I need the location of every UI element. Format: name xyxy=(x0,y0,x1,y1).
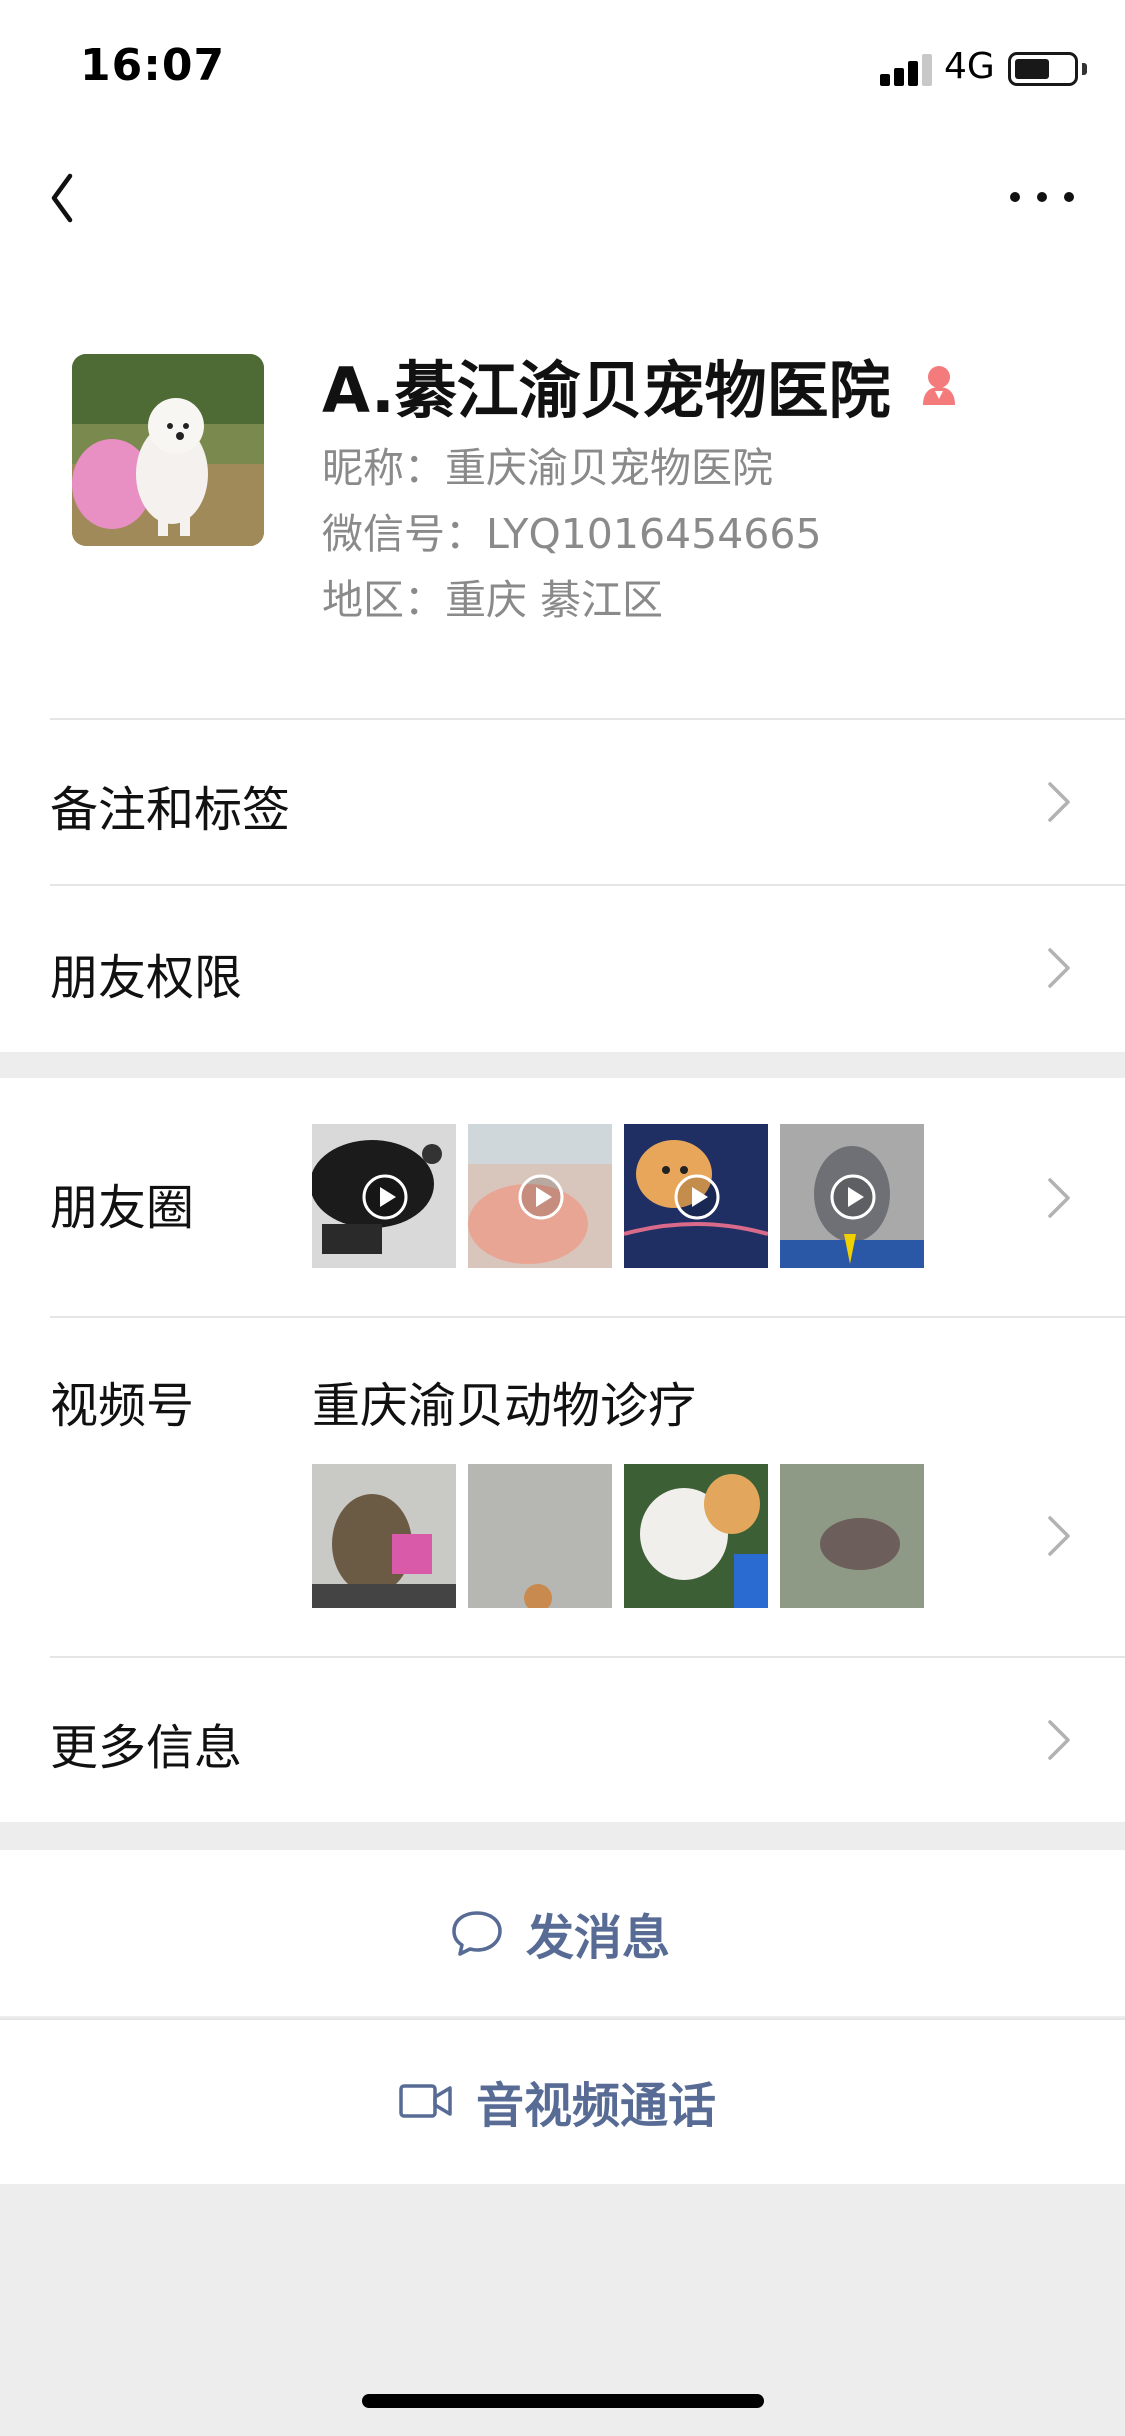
avatar[interactable] xyxy=(72,354,264,546)
video-call-label: 音视频通话 xyxy=(476,2078,717,2134)
moments-video-thumbnail xyxy=(468,1124,612,1268)
video-camera-icon xyxy=(399,2084,452,2118)
send-message-button[interactable]: 发消息 xyxy=(0,1850,1125,2016)
channel-video-thumbnail xyxy=(624,1464,768,1608)
moments-video-thumbnail xyxy=(624,1124,768,1268)
chevron-right-icon xyxy=(1048,948,1070,988)
chevron-left-icon[interactable] xyxy=(44,168,104,228)
moments-cell[interactable]: 朋友圈 xyxy=(0,1078,1125,1316)
moments-video-thumbnail xyxy=(780,1124,924,1268)
profile-header: A.綦江渝贝宠物医院 昵称：重庆渝贝宠物医院 微信号：LYQ1016454665… xyxy=(0,264,1125,718)
region-text: 地区：重庆 綦江区 xyxy=(322,576,664,624)
status-bar: 16:07 4G xyxy=(0,0,1125,132)
play-icon xyxy=(674,1174,720,1220)
contact-profile-screen: 16:07 4G A.綦江渝贝宠物医院 昵称：重庆渝贝宠物医院 微信号：LYQ1… xyxy=(0,0,1125,2436)
send-message-label: 发消息 xyxy=(526,1910,671,1966)
nickname-text: 昵称：重庆渝贝宠物医院 xyxy=(322,444,773,492)
ellipsis-icon[interactable] xyxy=(1010,182,1074,212)
moments-label: 朋友圈 xyxy=(50,1180,195,1236)
chevron-right-icon xyxy=(1048,1178,1070,1218)
more-info-cell[interactable]: 更多信息 xyxy=(0,1656,1125,1822)
status-time: 16:07 xyxy=(80,40,226,91)
home-indicator xyxy=(362,2394,764,2408)
channels-cell[interactable]: 视频号 重庆渝贝动物诊疗 xyxy=(0,1316,1125,1656)
channels-thumbnails xyxy=(312,1464,924,1608)
channel-video-thumbnail xyxy=(468,1464,612,1608)
female-icon xyxy=(922,366,955,405)
channel-video-thumbnail xyxy=(312,1464,456,1608)
remarks-tags-cell[interactable]: 备注和标签 xyxy=(0,718,1125,884)
play-icon xyxy=(830,1174,876,1220)
channel-video-thumbnail xyxy=(780,1464,924,1608)
play-icon xyxy=(518,1174,564,1220)
name-row: A.綦江渝贝宠物医院 xyxy=(322,340,963,430)
chevron-right-icon xyxy=(1048,1516,1070,1556)
battery-cap xyxy=(1082,63,1087,75)
network-type: 4G xyxy=(944,46,995,87)
wechat-id-text: 微信号：LYQ1016454665 xyxy=(322,510,822,558)
moments-video-thumbnail xyxy=(312,1124,456,1268)
chat-bubble-icon xyxy=(452,1911,502,1956)
more-info-label: 更多信息 xyxy=(50,1720,243,1776)
navigation-bar xyxy=(0,132,1125,264)
moments-thumbnails xyxy=(312,1124,924,1268)
channel-name: 重庆渝贝动物诊疗 xyxy=(312,1378,697,1434)
chevron-right-icon xyxy=(1048,782,1070,822)
friend-permissions-label: 朋友权限 xyxy=(50,950,243,1006)
battery-icon xyxy=(1008,52,1078,86)
channels-label: 视频号 xyxy=(50,1378,195,1434)
remarks-tags-label: 备注和标签 xyxy=(50,782,291,838)
signal-bars-icon xyxy=(880,52,934,86)
contact-name: A.綦江渝贝宠物医院 xyxy=(322,354,891,427)
friend-permissions-cell[interactable]: 朋友权限 xyxy=(0,884,1125,1052)
video-call-button[interactable]: 音视频通话 xyxy=(0,2018,1125,2184)
chevron-right-icon xyxy=(1048,1720,1070,1760)
play-icon xyxy=(362,1174,408,1220)
